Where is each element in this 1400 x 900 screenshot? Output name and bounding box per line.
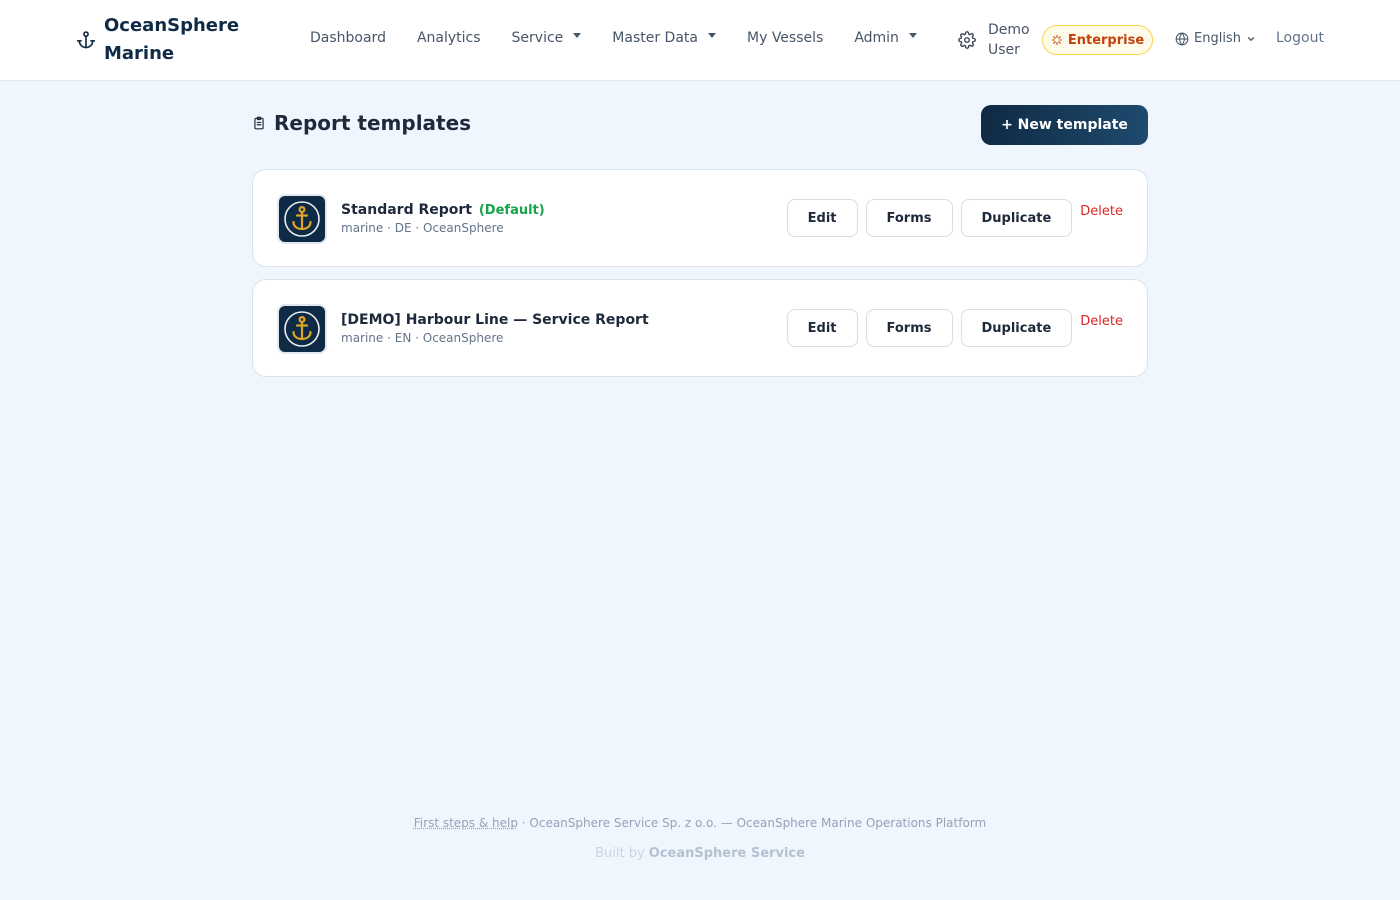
duplicate-button[interactable]: Duplicate (960, 309, 1073, 347)
clipboard-icon (254, 116, 264, 130)
main-nav: Dashboard Analytics Service Master Data … (310, 30, 948, 46)
delete-button[interactable]: Delete (1080, 204, 1123, 219)
template-logo (277, 304, 327, 354)
gear-icon[interactable] (958, 31, 976, 49)
footer-company: · OceanSphere Service Sp. z o.o. — Ocean… (517, 816, 987, 830)
default-badge: (Default) (478, 203, 545, 218)
footer: First steps & help · OceanSphere Service… (0, 816, 1400, 830)
brand-name-line1: OceanSphere (104, 15, 240, 36)
template-name-text: Standard Report (341, 202, 472, 218)
template-card: Standard Report (Default) marine · DE · … (252, 169, 1148, 267)
top-navbar: OceanSphere Marine Dashboard Analytics S… (0, 0, 1400, 81)
user-menu[interactable]: Demo User (988, 20, 1034, 60)
page-header: Report templates + New template (252, 105, 1148, 145)
logout-link[interactable]: Logout (1276, 30, 1324, 46)
duplicate-button[interactable]: Duplicate (960, 199, 1073, 237)
forms-button[interactable]: Forms (865, 199, 953, 237)
built-by: Built by OceanSphere Service (0, 846, 1400, 861)
brand-name: OceanSphere Marine (104, 12, 244, 68)
built-by-prefix: Built by (595, 846, 649, 861)
brand-name-line2: Marine (104, 43, 175, 64)
nav-service-label: Service (511, 30, 564, 46)
caret-down-icon (573, 32, 582, 38)
brand-link[interactable]: OceanSphere Marine (76, 12, 244, 68)
nav-dashboard[interactable]: Dashboard (310, 30, 386, 46)
nav-dashboard-label: Dashboard (310, 30, 386, 46)
template-meta: marine · DE · OceanSphere (341, 221, 504, 235)
template-card: [DEMO] Harbour Line — Service Report mar… (252, 279, 1148, 377)
template-name-text: [DEMO] Harbour Line — Service Report (341, 312, 649, 328)
sparkle-icon (1051, 34, 1062, 46)
anchor-icon (284, 201, 320, 237)
nav-master-data-label: Master Data (612, 30, 698, 46)
anchor-icon (76, 31, 96, 49)
template-actions: Edit Forms Duplicate Delete (786, 199, 1123, 237)
nav-my-vessels[interactable]: My Vessels (747, 30, 823, 46)
delete-button[interactable]: Delete (1080, 314, 1123, 329)
built-by-name: OceanSphere Service (648, 846, 805, 861)
template-actions: Edit Forms Duplicate Delete (786, 309, 1123, 347)
nav-admin-label: Admin (854, 30, 899, 46)
edit-button[interactable]: Edit (786, 309, 858, 347)
nav-service-dropdown[interactable]: Service (512, 30, 582, 46)
nav-master-data-dropdown[interactable]: Master Data (612, 30, 716, 46)
template-name: [DEMO] Harbour Line — Service Report (341, 312, 649, 328)
caret-down-icon (708, 32, 716, 38)
help-link[interactable]: First steps & help (414, 816, 518, 830)
user-name-line2: User (988, 42, 1020, 58)
new-template-button[interactable]: + New template (981, 105, 1148, 145)
anchor-icon (284, 311, 320, 347)
plan-badge: Enterprise (1042, 25, 1153, 55)
page-title: Report templates (252, 111, 471, 135)
language-label: English (1194, 31, 1241, 46)
chevron-down-icon (1247, 36, 1255, 41)
nav-analytics-label: Analytics (416, 30, 481, 46)
nav-analytics[interactable]: Analytics (417, 30, 481, 46)
template-logo (277, 194, 327, 244)
template-meta: marine · EN · OceanSphere (341, 331, 504, 345)
caret-down-icon (908, 32, 917, 38)
plan-badge-label: Enterprise (1067, 32, 1145, 48)
language-selector[interactable]: English (1175, 31, 1256, 46)
forms-button[interactable]: Forms (865, 309, 953, 347)
nav-my-vessels-label: My Vessels (747, 30, 824, 46)
nav-admin-dropdown[interactable]: Admin (854, 30, 917, 46)
edit-button[interactable]: Edit (786, 199, 858, 237)
user-name-line1: Demo (988, 22, 1030, 38)
globe-icon (1175, 31, 1189, 46)
template-name: Standard Report (Default) (341, 202, 545, 218)
page-title-text: Report templates (274, 111, 472, 135)
